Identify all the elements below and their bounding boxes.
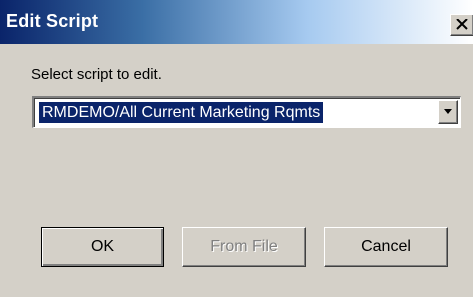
ok-button[interactable]: OK: [41, 227, 164, 267]
dropdown-button[interactable]: [438, 100, 458, 124]
close-icon: [456, 19, 468, 30]
close-button[interactable]: [450, 14, 473, 36]
selected-script[interactable]: RMDEMO/All Current Marketing Rqmts: [39, 102, 324, 123]
select-script-label: Select script to edit.: [31, 66, 162, 83]
script-select[interactable]: RMDEMO/All Current Marketing Rqmts: [32, 96, 461, 128]
from-file-button[interactable]: From File: [182, 227, 306, 267]
dialog-title: Edit Script: [6, 11, 99, 31]
edit-script-dialog: Edit Script Select script to edit. RMDEM…: [0, 0, 473, 297]
title-bar[interactable]: Edit Script: [0, 0, 473, 44]
chevron-down-icon: [444, 109, 452, 114]
cancel-button[interactable]: Cancel: [324, 227, 448, 267]
